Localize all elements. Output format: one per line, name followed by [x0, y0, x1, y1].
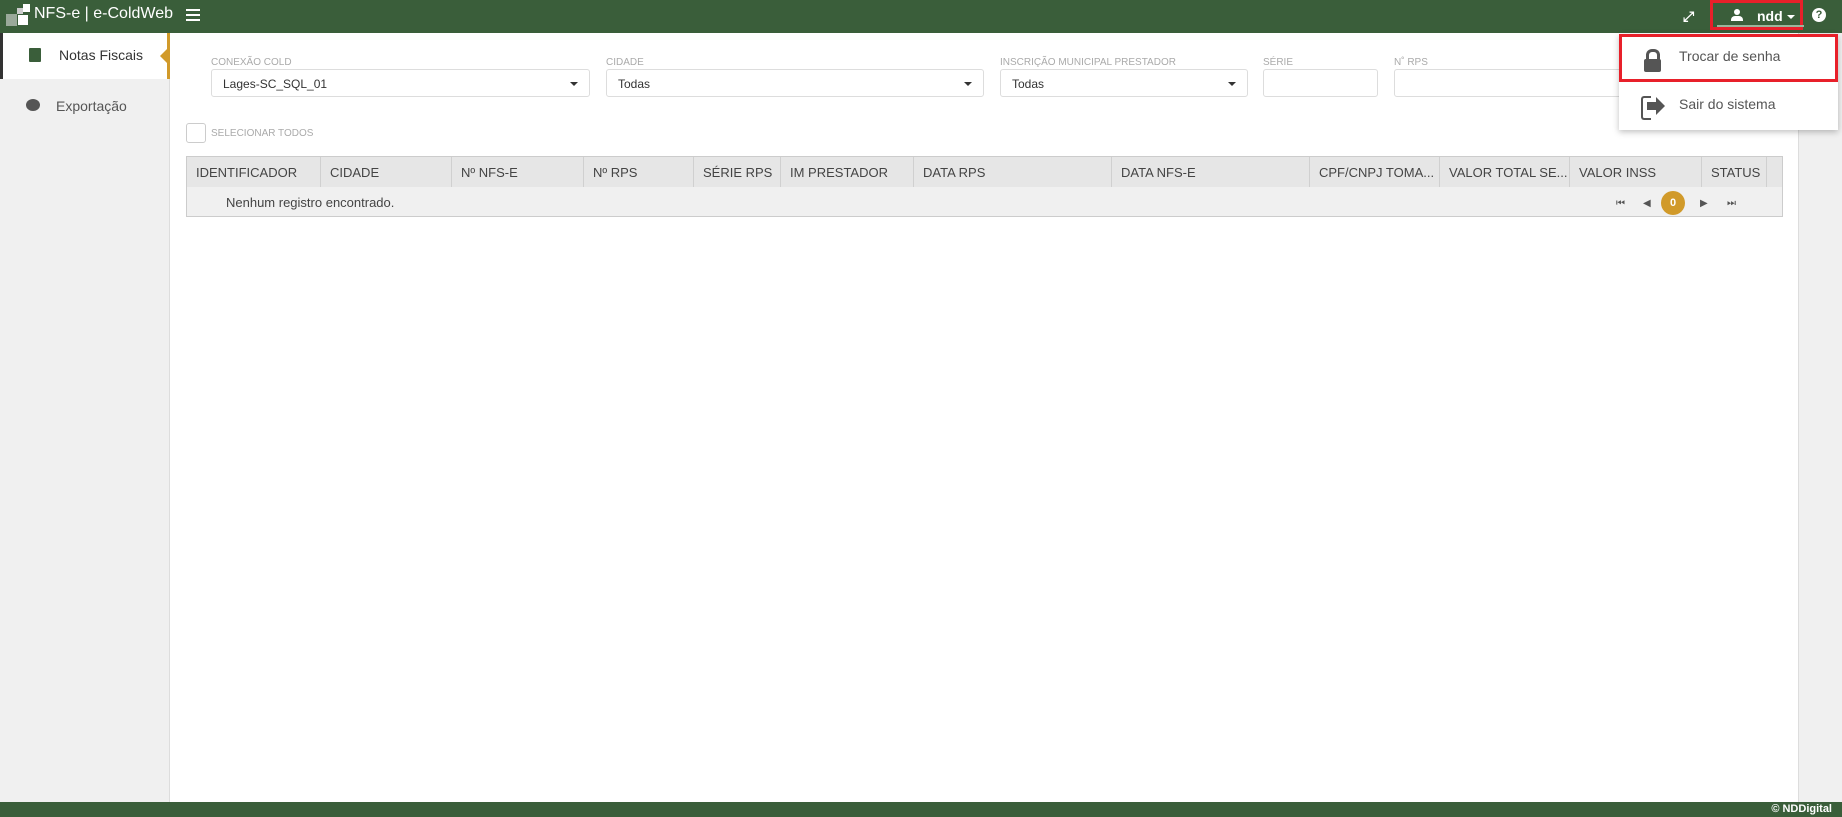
rps-label: N˚ RPS [1394, 57, 1428, 68]
caret-down-icon [964, 82, 972, 90]
sidebar-item-label: Exportação [56, 98, 127, 114]
caret-down-icon [570, 82, 578, 90]
caret-down-icon [1228, 82, 1236, 90]
select-all-label: SELECIONAR TODOS [211, 128, 314, 139]
serie-label: SÉRIE [1263, 57, 1294, 68]
user-menu-button[interactable]: ndd [1710, 0, 1804, 30]
column-header[interactable]: Nº RPS [584, 157, 694, 187]
select-all-checkbox[interactable] [186, 123, 206, 143]
app-title: NFS-e | e-ColdWeb [34, 5, 174, 22]
sidebar-item-exportacao[interactable]: Exportação [0, 84, 170, 130]
current-page-badge[interactable]: 0 [1661, 191, 1685, 215]
dashboard-icon [26, 99, 40, 111]
rps-input[interactable] [1394, 69, 1634, 97]
menu-item-label: Sair do sistema [1679, 96, 1776, 112]
sign-out-icon [1641, 96, 1667, 120]
column-header[interactable]: DATA RPS [914, 157, 1112, 187]
last-page-icon[interactable]: ⏭ [1727, 198, 1736, 209]
conexao-label: CONEXÃO COLD [211, 57, 292, 68]
inscricao-label: INSCRIÇÃO MUNICIPAL PRESTADOR [1000, 57, 1176, 68]
footer: © NDDigital [0, 802, 1842, 817]
fullscreen-icon[interactable]: ⤢ [1683, 8, 1694, 25]
menu-item-change-password[interactable]: Trocar de senha [1619, 34, 1838, 82]
column-header[interactable]: DATA NFS-E [1112, 157, 1310, 187]
cidade-label: CIDADE [606, 57, 644, 68]
column-header[interactable]: STATUS [1702, 157, 1767, 187]
column-header[interactable]: CIDADE [321, 157, 452, 187]
conexao-select[interactable]: Lages-SC_SQL_01 [211, 69, 590, 97]
sidebar: Notas Fiscais Exportação [0, 33, 170, 802]
sidebar-item-label: Notas Fiscais [59, 47, 144, 63]
serie-input[interactable] [1263, 69, 1378, 97]
hamburger-menu-icon[interactable] [186, 9, 200, 21]
file-text-icon [29, 48, 41, 62]
caret-down-icon [1787, 15, 1795, 23]
logo [6, 4, 30, 28]
prev-page-icon[interactable]: ◀ [1643, 198, 1651, 209]
column-header[interactable]: IDENTIFICADOR [187, 157, 321, 187]
right-panel [1798, 33, 1842, 802]
first-page-icon[interactable]: ⏮ [1616, 198, 1625, 209]
sidebar-item-notas-fiscais[interactable]: Notas Fiscais [0, 33, 170, 79]
column-header[interactable]: CPF/CNPJ TOMA... [1310, 157, 1440, 187]
next-page-icon[interactable]: ▶ [1700, 198, 1708, 209]
cidade-select[interactable]: Todas [606, 69, 984, 97]
user-icon [1731, 9, 1743, 21]
column-header[interactable]: VALOR TOTAL SE... [1440, 157, 1570, 187]
help-icon[interactable]: ? [1812, 8, 1826, 22]
results-table: IDENTIFICADOR CIDADE Nº NFS-E Nº RPS SÉR… [186, 156, 1783, 217]
menu-item-label: Trocar de senha [1679, 48, 1781, 64]
column-header[interactable]: SÉRIE RPS [694, 157, 781, 187]
column-header[interactable]: IM PRESTADOR [781, 157, 914, 187]
user-dropdown-menu: Trocar de senha Sair do sistema [1619, 34, 1838, 130]
inscricao-select[interactable]: Todas [1000, 69, 1248, 97]
menu-item-logout[interactable]: Sair do sistema [1619, 82, 1838, 130]
column-header[interactable]: Nº NFS-E [452, 157, 584, 187]
empty-message: Nenhum registro encontrado. [226, 195, 395, 210]
username: ndd [1757, 8, 1783, 24]
top-bar: NFS-e | e-ColdWeb ⤢ ndd ? [0, 0, 1842, 33]
unlock-icon [1644, 49, 1661, 72]
column-header[interactable]: VALOR INSS [1570, 157, 1702, 187]
table-header: IDENTIFICADOR CIDADE Nº NFS-E Nº RPS SÉR… [187, 157, 1782, 187]
